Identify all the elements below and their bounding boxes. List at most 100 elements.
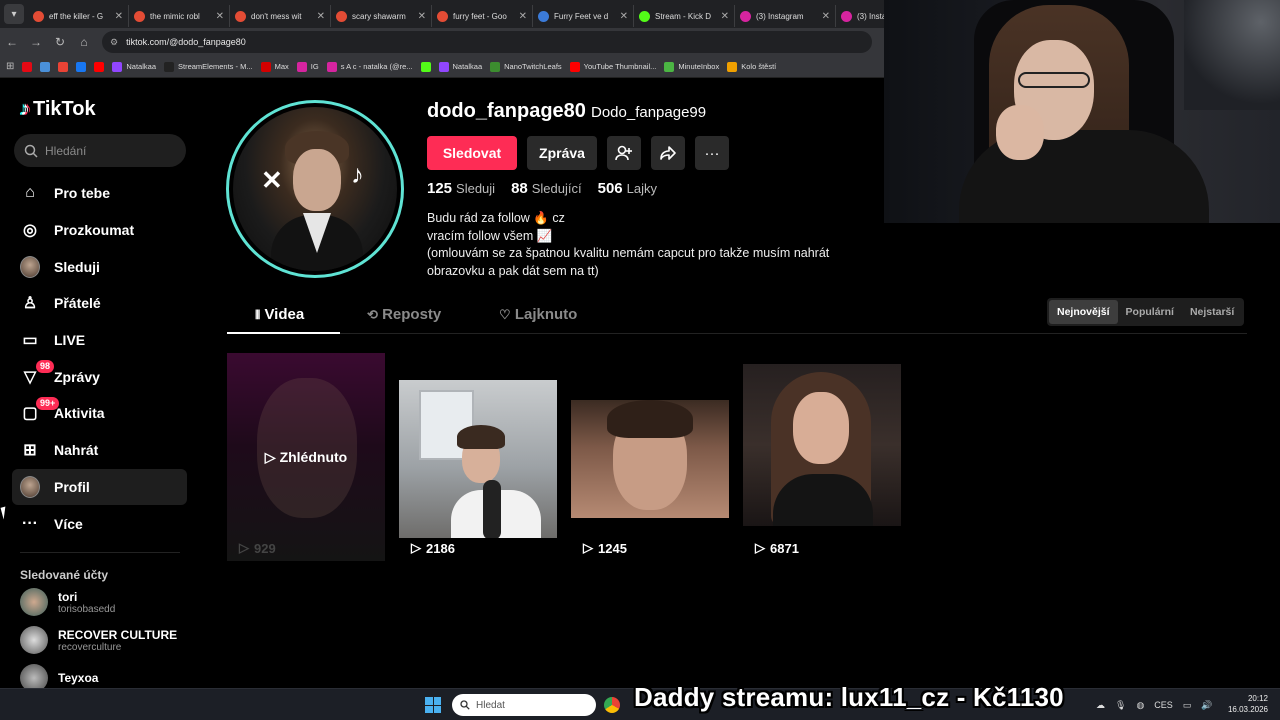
share-icon[interactable] xyxy=(651,136,685,170)
reload-icon[interactable]: ↻ xyxy=(48,35,72,49)
bookmark-item[interactable]: s A c - natalka (@re... xyxy=(326,61,413,72)
sidebar-item-profil[interactable]: Profil xyxy=(12,468,187,506)
tab-close-icon[interactable]: ✕ xyxy=(317,11,325,22)
video-thumbnail: ▷ Zhlédnuto xyxy=(227,353,385,561)
sidebar-item-label: Přátelé xyxy=(54,295,101,312)
bookmark-item[interactable]: IG xyxy=(296,61,319,72)
bookmark-item[interactable] xyxy=(22,61,33,72)
profile-avatar[interactable]: ✕ ♪ xyxy=(226,100,404,278)
sidebar-item-nahrat[interactable]: ⊞ Nahrát xyxy=(12,432,187,469)
mic-icon[interactable]: 🎙 xyxy=(1115,700,1126,711)
bookmark-item[interactable]: Natalkaa xyxy=(438,61,482,72)
sidebar-item-pratele[interactable]: ♙ Přátelé xyxy=(12,285,187,322)
tab-close-icon[interactable]: ✕ xyxy=(115,11,123,22)
sidebar-item-sleduji[interactable]: Sleduji xyxy=(12,248,187,285)
home-icon: ⌂ xyxy=(25,184,35,202)
bookmark-item[interactable] xyxy=(40,61,51,72)
chrome-taskbar-icon[interactable] xyxy=(604,697,620,713)
bookmark-favicon-icon xyxy=(76,61,87,72)
bookmarks-bar: ⊞ Natalkaa StreamElements - M... Max IG s A … xyxy=(0,56,884,78)
bookmark-item[interactable]: NanoTwitchLeafs xyxy=(490,61,562,72)
network-icon[interactable]: ◍ xyxy=(1136,700,1144,711)
browser-tab[interactable]: Furry Feet ve d ✕ xyxy=(533,5,634,27)
video-card[interactable]: ▷ Zhlédnuto ▷ 929 xyxy=(227,353,385,563)
address-bar[interactable]: ⚙ tiktok.com/@dodo_fanpage80 xyxy=(102,31,872,53)
follow-button[interactable]: Sledovat xyxy=(427,136,517,170)
taskbar-search[interactable]: Hledat xyxy=(452,694,596,716)
bookmark-item[interactable]: Max xyxy=(260,61,289,72)
back-arrow-icon[interactable]: ← xyxy=(0,35,24,49)
apps-grid-icon[interactable]: ⊞ xyxy=(6,61,14,72)
speaker-icon[interactable]: 🔊 xyxy=(1201,700,1212,711)
suggested-accounts-icon[interactable] xyxy=(607,136,641,170)
display-icon[interactable]: ▭ xyxy=(1183,700,1192,711)
browser-tab[interactable]: furry feet - Goo ✕ xyxy=(432,5,533,27)
tab-search-chevron-icon[interactable]: ▾ xyxy=(4,4,24,24)
sidebar-item-zpravy[interactable]: ▽ Zprávy 98 xyxy=(12,358,187,395)
tab-close-icon[interactable]: ✕ xyxy=(620,11,628,22)
browser-tab[interactable]: (3) Insta✕ xyxy=(836,5,884,27)
tab-close-icon[interactable]: ✕ xyxy=(822,11,830,22)
cloud-icon[interactable]: ☁ xyxy=(1096,700,1105,711)
sort-popular[interactable]: Populární xyxy=(1118,300,1182,324)
play-icon: ▷ xyxy=(264,448,276,465)
profile-username: dodo_fanpage80 xyxy=(427,100,586,122)
sidebar-item-vice[interactable]: ··· Více xyxy=(12,505,187,542)
tab-reposts[interactable]: ⟲ Reposty xyxy=(367,306,441,323)
tab-favicon-icon xyxy=(639,10,650,22)
tab-title: (3) Insta xyxy=(857,11,884,21)
tiktok-logo[interactable]: ♪ TikTok xyxy=(20,98,96,121)
home-page-icon[interactable]: ⌂ xyxy=(72,35,96,49)
video-card[interactable]: ▷ 1245 xyxy=(571,353,729,563)
tab-close-icon[interactable]: ✕ xyxy=(519,11,527,22)
site-info-icon[interactable]: ⚙ xyxy=(110,37,118,48)
video-card[interactable]: ▷ 6871 xyxy=(743,353,901,563)
bookmark-label: Natalkaa xyxy=(126,62,156,71)
message-button[interactable]: Zpráva xyxy=(527,136,597,170)
video-views: ▷ 929 xyxy=(239,540,276,556)
tab-close-icon[interactable]: ✕ xyxy=(418,11,426,22)
bookmark-item[interactable]: Natalkaa xyxy=(112,61,156,72)
taskbar-clock[interactable]: 20:12 16.03.2026 xyxy=(1224,693,1268,715)
browser-tab[interactable]: the mimic robl ✕ xyxy=(129,5,230,27)
tab-close-icon[interactable]: ✕ xyxy=(721,11,729,22)
tab-liked[interactable]: ♡ Lajknuto xyxy=(499,306,577,323)
browser-tab[interactable]: don't mess wit ✕ xyxy=(230,5,331,27)
bookmark-favicon-icon xyxy=(40,61,51,72)
bookmark-favicon-icon xyxy=(22,61,33,72)
sidebar-item-prozkoumat[interactable]: ◎ Prozkoumat xyxy=(12,212,187,249)
bookmark-item[interactable] xyxy=(76,61,87,72)
sidebar-item-live[interactable]: ▭ LIVE xyxy=(12,322,187,359)
tab-title: Stream - Kick D xyxy=(655,11,712,21)
browser-tab[interactable]: scary shawarm ✕ xyxy=(331,5,432,27)
sort-newest[interactable]: Nejnovější xyxy=(1049,300,1118,324)
video-card[interactable]: ▷ 2186 xyxy=(399,353,557,563)
tab-videos[interactable]: ⦀ Videa xyxy=(255,306,304,323)
following-account[interactable]: tori torisobasedd xyxy=(20,588,200,616)
bookmark-item[interactable] xyxy=(94,61,105,72)
tab-favicon-icon xyxy=(841,10,852,22)
bookmark-item[interactable]: YouTube Thumbnail... xyxy=(569,61,656,72)
windows-start-icon[interactable] xyxy=(425,697,441,713)
forward-arrow-icon[interactable]: → xyxy=(24,35,48,49)
followers-stat[interactable]: 88 Sledující xyxy=(511,180,582,197)
following-account[interactable]: RECOVER CULTURE recoverculture xyxy=(20,626,200,654)
more-options-icon[interactable]: ··· xyxy=(695,136,729,170)
bookmark-item[interactable] xyxy=(58,61,69,72)
keyboard-language[interactable]: CES xyxy=(1154,700,1173,710)
browser-tab[interactable]: Stream - Kick D ✕ xyxy=(634,5,735,27)
browser-tab[interactable]: (3) Instagram ✕ xyxy=(735,5,836,27)
bookmark-item[interactable]: Kolo štěstí xyxy=(727,61,776,72)
bookmark-item[interactable]: StreamElements - M... xyxy=(164,61,253,72)
search-input[interactable]: Hledání xyxy=(14,134,186,167)
browser-tab-strip: ▾ eff the killer - G ✕ the mimic robl ✕ don'… xyxy=(0,0,884,28)
sidebar-item-aktivita[interactable]: ▢ Aktivita 99+ xyxy=(12,395,187,432)
browser-tab[interactable]: eff the killer - G ✕ xyxy=(28,5,129,27)
sort-oldest[interactable]: Nejstarší xyxy=(1182,300,1242,324)
bookmark-item[interactable]: MinuteInbox xyxy=(664,61,719,72)
watched-overlay: ▷ Zhlédnuto xyxy=(264,448,348,466)
tab-close-icon[interactable]: ✕ xyxy=(216,11,224,22)
bookmark-item[interactable] xyxy=(420,61,431,72)
following-stat[interactable]: 125 Sleduji xyxy=(427,180,495,197)
sidebar-item-pro-tebe[interactable]: ⌂ Pro tebe xyxy=(12,175,187,212)
